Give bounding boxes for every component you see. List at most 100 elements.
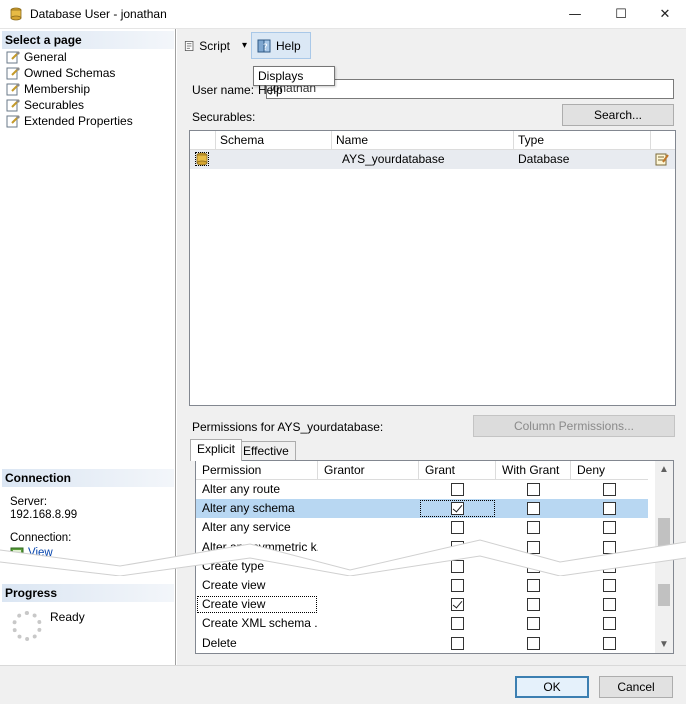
permissions-scrollbar[interactable]: ▲ ▼ <box>655 461 673 653</box>
column-permissions-button[interactable]: Column Permissions... <box>473 415 675 437</box>
grant-checkbox[interactable] <box>451 579 464 592</box>
help-book-icon: ? <box>257 39 271 53</box>
grant-checkbox[interactable] <box>451 540 464 554</box>
deny-checkbox[interactable] <box>603 502 616 516</box>
grant-checkbox[interactable] <box>451 502 464 516</box>
permission-row[interactable]: Create XML schema ... <box>196 614 648 633</box>
column-header-name[interactable]: Name <box>332 131 514 150</box>
permission-row[interactable]: Delete <box>196 634 648 653</box>
column-header-deny[interactable]: Deny <box>571 461 648 480</box>
chevron-down-icon[interactable]: ▾ <box>242 40 247 51</box>
permission-row[interactable]: Execute <box>196 653 648 654</box>
deny-checkbox[interactable] <box>603 598 616 612</box>
with-grant-checkbox[interactable] <box>527 540 540 554</box>
permission-grantor <box>318 499 419 518</box>
permission-row[interactable]: Alter any symmetric k... <box>196 538 648 557</box>
with-grant-checkbox[interactable] <box>527 617 540 631</box>
permission-row[interactable]: Alter any route <box>196 480 648 499</box>
grant-cell <box>419 576 496 595</box>
deny-checkbox[interactable] <box>603 617 616 631</box>
maximize-icon: ☐ <box>615 7 627 22</box>
grant-checkbox[interactable] <box>451 483 464 496</box>
deny-checkbox[interactable] <box>603 579 616 592</box>
edit-cell[interactable] <box>651 150 675 169</box>
permission-row[interactable]: Create view <box>196 595 648 614</box>
wrench-page-icon <box>6 115 20 128</box>
view-connection-link-row[interactable]: View <box>10 547 53 559</box>
scrollbar-thumb-lower[interactable] <box>658 584 670 606</box>
with-grant-cell <box>496 499 571 518</box>
maximize-button[interactable]: ☐ <box>598 0 644 29</box>
help-button[interactable]: ? Help <box>251 32 311 59</box>
tab-explicit[interactable]: Explicit <box>190 439 243 461</box>
deny-checkbox[interactable] <box>603 559 616 573</box>
permission-name: Delete <box>202 635 237 650</box>
permission-row[interactable]: Alter any service <box>196 518 648 537</box>
grant-checkbox[interactable] <box>451 617 464 631</box>
securables-label: Securables: <box>192 110 256 124</box>
with-grant-checkbox[interactable] <box>527 598 540 612</box>
grant-checkbox[interactable] <box>451 559 464 573</box>
page-item-membership[interactable]: Membership <box>6 81 90 97</box>
with-grant-cell <box>496 634 571 653</box>
deny-checkbox[interactable] <box>603 483 616 496</box>
deny-checkbox[interactable] <box>603 540 616 554</box>
column-header-type[interactable]: Type <box>514 131 651 150</box>
permission-grantor <box>318 538 419 557</box>
permission-row[interactable]: Create view <box>196 576 648 595</box>
view-connection-link[interactable]: View <box>28 547 53 559</box>
page-item-extended-properties[interactable]: Extended Properties <box>6 113 133 129</box>
progress-spinner-icon <box>12 611 42 641</box>
deny-cell <box>571 499 648 518</box>
permission-name: Create XML schema ... <box>202 616 318 631</box>
connection-properties-icon <box>10 547 24 559</box>
with-grant-cell <box>496 614 571 633</box>
main-pane: User name: jonathan Securables: Search..… <box>177 63 686 665</box>
grant-checkbox[interactable] <box>451 636 464 650</box>
close-button[interactable]: ✕ <box>642 0 686 29</box>
grant-checkbox[interactable] <box>451 521 464 535</box>
minimize-button[interactable]: — <box>552 0 598 29</box>
row-schema <box>216 150 332 169</box>
page-item-general[interactable]: General <box>6 49 67 65</box>
scrollbar-thumb[interactable] <box>658 518 670 546</box>
close-icon: ✕ <box>659 7 671 22</box>
permission-grantor <box>318 614 419 633</box>
window-title: Database User - jonathan <box>30 7 167 21</box>
permissions-table: Permission Grantor Grant With Grant Deny… <box>195 460 674 654</box>
permission-name: Alter any symmetric k... <box>202 539 318 554</box>
cancel-button[interactable]: Cancel <box>599 676 673 698</box>
with-grant-cell <box>496 518 571 537</box>
scroll-down-icon[interactable]: ▼ <box>655 636 673 653</box>
with-grant-checkbox[interactable] <box>527 579 540 592</box>
grant-checkbox[interactable] <box>451 598 464 612</box>
table-row[interactable]: AYS_yourdatabase Database <box>190 150 675 169</box>
page-item-owned-schemas[interactable]: Owned Schemas <box>6 65 115 81</box>
ok-button[interactable]: OK <box>515 676 589 698</box>
with-grant-checkbox[interactable] <box>527 559 540 573</box>
script-button[interactable]: Script ▾ <box>179 32 251 59</box>
search-button[interactable]: Search... <box>562 104 674 126</box>
with-grant-checkbox[interactable] <box>527 483 540 496</box>
column-header-grantor[interactable]: Grantor <box>318 461 419 480</box>
deny-cell <box>571 614 648 633</box>
column-header-permission[interactable]: Permission <box>196 461 318 480</box>
deny-checkbox[interactable] <box>603 636 616 650</box>
grant-cell <box>419 595 496 614</box>
with-grant-checkbox[interactable] <box>527 521 540 535</box>
permission-name: Create type <box>202 558 265 573</box>
column-header-schema[interactable]: Schema <box>216 131 332 150</box>
database-icon <box>195 152 209 166</box>
deny-checkbox[interactable] <box>603 521 616 535</box>
minimize-icon: — <box>568 7 582 22</box>
scroll-up-icon[interactable]: ▲ <box>655 461 673 478</box>
page-item-securables[interactable]: Securables <box>6 97 84 113</box>
permission-row[interactable]: Create type <box>196 557 648 576</box>
with-grant-checkbox[interactable] <box>527 502 540 516</box>
with-grant-checkbox[interactable] <box>527 636 540 650</box>
permission-row[interactable]: Alter any schema <box>196 499 648 519</box>
page-item-label: Owned Schemas <box>24 66 116 80</box>
column-header-grant[interactable]: Grant <box>419 461 496 480</box>
column-header-with-grant[interactable]: With Grant <box>496 461 571 480</box>
tab-effective[interactable]: Effective <box>236 441 296 461</box>
